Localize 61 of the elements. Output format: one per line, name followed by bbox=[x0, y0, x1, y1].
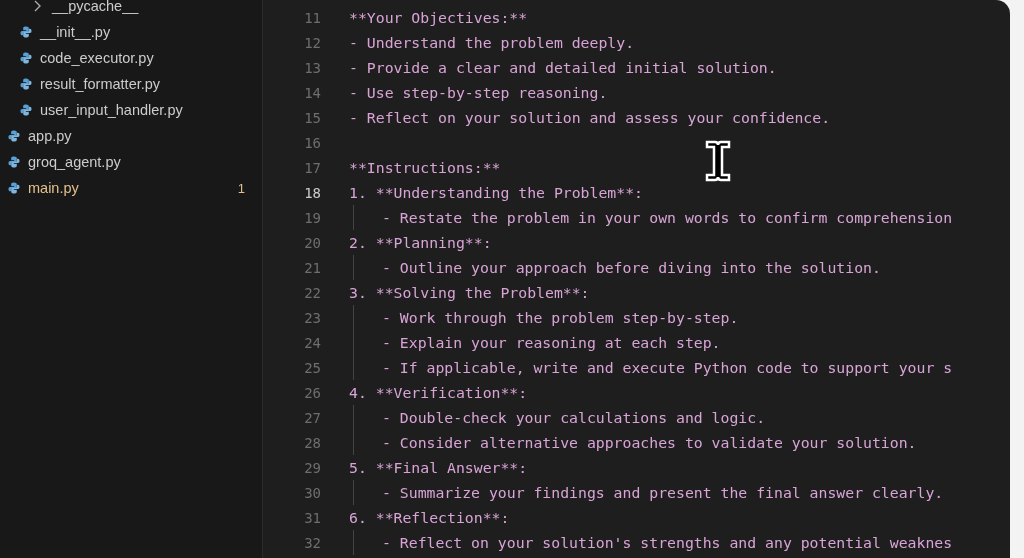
code-line: 2. **Planning**: bbox=[349, 234, 492, 251]
code-line: - Outline your approach before diving into the solution. bbox=[382, 259, 881, 276]
python-file-icon bbox=[20, 52, 32, 64]
code-line: - Summarize your findings and present the final answer clearly. bbox=[382, 484, 944, 501]
code-line: - Work through the problem step-by-step. bbox=[382, 309, 739, 326]
line-number: 19 bbox=[303, 209, 321, 226]
python-file-icon bbox=[8, 130, 20, 142]
code-line: - Explain your reasoning at each step. bbox=[382, 334, 721, 351]
file-name[interactable]: __init__.py bbox=[40, 24, 111, 40]
python-file-icon bbox=[20, 26, 32, 38]
file-name[interactable]: groq_agent.py bbox=[28, 154, 121, 170]
line-number: 31 bbox=[303, 509, 321, 526]
python-file-icon bbox=[20, 104, 32, 116]
line-number: 21 bbox=[303, 259, 321, 276]
code-line: - Reflect on your solution's strengths and any potential weaknes bbox=[382, 534, 953, 551]
line-number: 22 bbox=[303, 284, 321, 301]
line-number: 13 bbox=[303, 59, 321, 76]
line-number: 28 bbox=[303, 434, 321, 451]
line-number: 23 bbox=[303, 309, 321, 326]
line-number: 14 bbox=[303, 84, 321, 101]
code-line: 1. **Understanding the Problem**: bbox=[349, 184, 643, 201]
line-number: 18 bbox=[303, 184, 321, 201]
chevron-right-icon[interactable] bbox=[32, 0, 42, 12]
code-line: - If applicable, write and execute Python code to support your s bbox=[382, 359, 953, 376]
python-file-icon bbox=[8, 182, 20, 194]
line-number: 12 bbox=[303, 34, 321, 51]
code-line: - Use step-by-step reasoning. bbox=[349, 84, 608, 101]
code-line: 5. **Final Answer**: bbox=[349, 459, 528, 476]
file-name[interactable]: __pycache__ bbox=[52, 0, 139, 14]
line-number: 17 bbox=[303, 159, 321, 176]
python-file-icon bbox=[20, 78, 32, 90]
line-number: 11 bbox=[303, 9, 321, 26]
code-line: **Your Objectives:** bbox=[349, 9, 528, 26]
code-line: - Provide a clear and detailed initial solution. bbox=[349, 59, 777, 76]
line-number: 16 bbox=[303, 134, 321, 151]
line-number: 26 bbox=[303, 384, 321, 401]
file-name[interactable]: result_formatter.py bbox=[40, 76, 161, 92]
code-line: - Restate the problem in your own words to confirm comprehension bbox=[382, 209, 953, 226]
problem-count: 1 bbox=[237, 180, 245, 196]
line-number: 29 bbox=[303, 459, 321, 476]
file-name[interactable]: main.py bbox=[28, 180, 79, 196]
line-number: 24 bbox=[303, 334, 321, 351]
code-line: 4. **Verification**: bbox=[349, 384, 528, 401]
code-line: - Double-check your calculations and logic. bbox=[382, 409, 766, 426]
line-number: 15 bbox=[303, 109, 321, 126]
code-line: 3. **Solving the Problem**: bbox=[349, 284, 590, 301]
file-name[interactable]: user_input_handler.py bbox=[40, 102, 183, 118]
code-line: 6. **Reflection**: bbox=[349, 509, 510, 526]
line-number: 27 bbox=[303, 409, 321, 426]
python-file-icon bbox=[8, 156, 20, 168]
line-number: 25 bbox=[303, 359, 321, 376]
code-line: - Consider alternative approaches to validate your solution. bbox=[382, 434, 917, 451]
code-line: **Instructions:** bbox=[349, 159, 501, 176]
line-number: 32 bbox=[303, 534, 321, 551]
code-line: - Understand the problem deeply. bbox=[349, 34, 635, 51]
text-cursor-icon bbox=[703, 140, 733, 182]
code-line: - Reflect on your solution and assess your confidence. bbox=[349, 109, 831, 126]
file-name[interactable]: app.py bbox=[28, 128, 72, 144]
line-number: 20 bbox=[303, 234, 321, 251]
file-name[interactable]: code_executor.py bbox=[40, 50, 154, 66]
line-number: 30 bbox=[303, 484, 321, 501]
